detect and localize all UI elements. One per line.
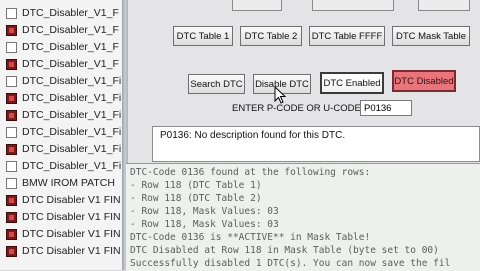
file-name: DTC Disabler V1 FIN — [22, 211, 121, 223]
dtc-table-1-button[interactable]: DTC Table 1 — [173, 26, 233, 46]
dtc-table-2-button[interactable]: DTC Table 2 — [240, 26, 302, 46]
top-button-partial-3[interactable] — [418, 0, 470, 11]
dtc-disabled-button[interactable]: DTC Disabled — [392, 70, 456, 92]
executable-file-icon — [6, 109, 17, 121]
mouse-pointer-icon — [274, 86, 286, 104]
log-line: Successfully disabled 1 DTC(s). You can … — [130, 258, 451, 269]
dtc-mask-table-button[interactable]: DTC Mask Table — [392, 26, 470, 46]
document-file-icon — [6, 7, 17, 19]
file-list: DTC_Disabler_V1_F DTC_Disabler_V1_F DTC_Di… — [0, 0, 122, 270]
executable-file-icon — [6, 143, 17, 155]
search-dtc-button[interactable]: Search DTC — [188, 74, 245, 94]
file-item[interactable]: BMW IROM PATCH — [6, 175, 115, 191]
top-button-partial-2[interactable] — [312, 0, 394, 11]
file-item[interactable]: DTC_Disabler_V1_Fi — [6, 124, 121, 140]
file-name: DTC_Disabler_V1_Fi — [22, 75, 122, 87]
file-item[interactable]: DTC_Disabler_V1_Fi — [6, 141, 121, 157]
file-item[interactable]: DTC_Disabler_V1_F — [6, 39, 119, 55]
file-name: BMW IROM PATCH — [22, 177, 115, 189]
executable-file-icon — [6, 245, 17, 257]
file-item[interactable]: DTC Disabler V1 FIN — [6, 192, 121, 208]
file-item[interactable]: DTC_Disabler_V1_F — [6, 56, 119, 72]
file-name: DTC_Disabler_V1_Fi — [22, 109, 122, 121]
file-name: DTC_Disabler_V1_F — [22, 7, 119, 19]
file-name: DTC_Disabler_V1_F — [22, 58, 119, 70]
top-button-partial-1[interactable] — [232, 0, 282, 11]
executable-file-icon — [6, 194, 17, 206]
file-item[interactable]: DTC_Disabler_V1_Fi — [6, 107, 121, 123]
log-line: - Row 118 (DTC Table 2) — [130, 193, 262, 204]
log-line: DTC Disabled at Row 118 in Mask Table (b… — [130, 245, 439, 256]
description-text: P0136: No description found for this DTC… — [160, 130, 346, 141]
document-file-icon — [6, 126, 17, 138]
document-file-icon — [6, 41, 17, 53]
dtc-enabled-button[interactable]: DTC Enabled — [320, 72, 384, 94]
log-line: DTC-Code 0136 found at the following row… — [130, 167, 371, 178]
file-item[interactable]: DTC_Disabler_V1_F — [6, 22, 119, 38]
file-name: DTC_Disabler_V1_F — [22, 24, 119, 36]
dtc-table-ffff-button[interactable]: DTC Table FFFF — [309, 26, 385, 46]
file-name: DTC_Disabler_V1_Fi — [22, 143, 122, 155]
file-item[interactable]: DTC_Disabler_V1_Fi — [6, 73, 121, 89]
file-item[interactable]: DTC_Disabler_V1_F — [6, 5, 119, 21]
log-line: DTC-Code 0136 is **ACTIVE** in Mask Tabl… — [130, 232, 371, 243]
file-name: DTC Disabler V1 FIN — [22, 245, 121, 257]
file-name: DTC_Disabler_V1_Fi — [22, 160, 122, 172]
description-box: P0136: No description found for this DTC… — [152, 126, 480, 162]
file-item[interactable]: DTC Disabler V1 FIN — [6, 226, 121, 242]
file-name: DTC Disabler V1 FIN — [22, 194, 121, 206]
code-entry-label: ENTER P-CODE OR U-CODE: — [232, 103, 364, 114]
document-file-icon — [6, 160, 17, 172]
executable-file-icon — [6, 228, 17, 240]
file-name: DTC Disabler V1 FIN — [22, 228, 121, 240]
file-item[interactable]: DTC Disabler V1 FIN — [6, 209, 121, 225]
executable-file-icon — [6, 92, 17, 104]
log-line: - Row 118, Mask Values: 03 — [130, 206, 279, 217]
result-log[interactable]: DTC-Code 0136 found at the following row… — [126, 163, 480, 271]
dtc-code-input[interactable] — [360, 100, 412, 116]
document-file-icon — [6, 75, 17, 87]
log-line: - Row 118 (DTC Table 1) — [130, 180, 262, 191]
file-name: DTC_Disabler_V1_F — [22, 41, 119, 53]
file-item[interactable]: DTC Disabler V1 FIN — [6, 243, 121, 259]
file-name: DTC_Disabler_V1_Fi — [22, 126, 122, 138]
executable-file-icon — [6, 24, 17, 36]
file-name: DTC_Disabler_V1_Fi — [22, 92, 122, 104]
executable-file-icon — [6, 58, 17, 70]
file-item[interactable]: DTC_Disabler_V1_Fi — [6, 158, 121, 174]
file-item[interactable]: DTC_Disabler_V1_Fi — [6, 90, 121, 106]
executable-file-icon — [6, 211, 17, 223]
document-file-icon — [6, 177, 17, 189]
log-line: - Row 118, Mask Values: 03 — [130, 219, 279, 230]
